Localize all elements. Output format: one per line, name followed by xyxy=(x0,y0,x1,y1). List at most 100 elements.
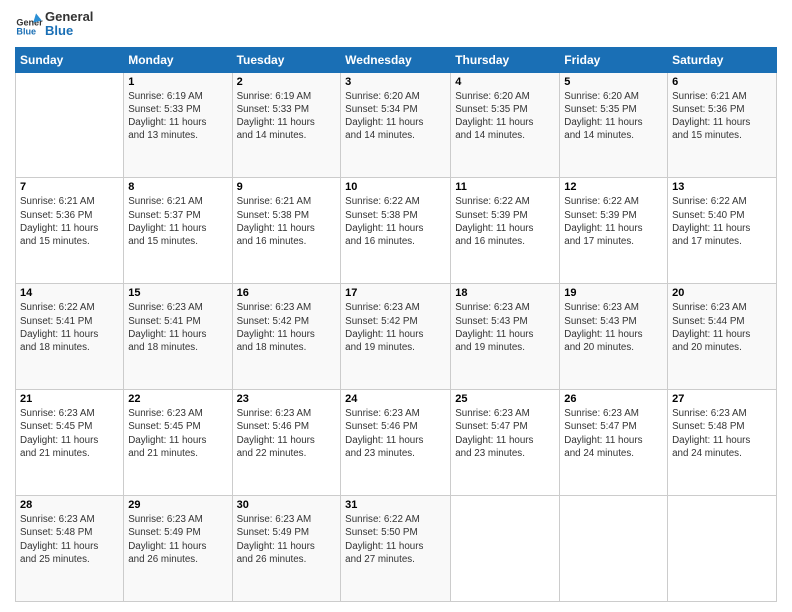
calendar-cell: 14 Sunrise: 6:22 AM Sunset: 5:41 PM Dayli… xyxy=(16,284,124,390)
week-row-4: 21 Sunrise: 6:23 AM Sunset: 5:45 PM Dayli… xyxy=(16,390,777,496)
day-info: Sunrise: 6:22 AM Sunset: 5:50 PM Dayligh… xyxy=(345,513,446,566)
calendar-cell: 8 Sunrise: 6:21 AM Sunset: 5:37 PM Daylig… xyxy=(124,178,232,284)
calendar-cell: 22Sunrise: 6:23 AM Sunset: 5:45 PM Dayli… xyxy=(124,390,232,496)
day-number: 19 xyxy=(564,287,663,299)
calendar-cell: 20 Sunrise: 6:23 AM Sunset: 5:44 PM Dayli… xyxy=(668,284,777,390)
day-info: Sunrise: 6:22 AM Sunset: 5:41 PM Dayligh… xyxy=(20,301,119,354)
calendar-cell: 3 Sunrise: 6:20 AM Sunset: 5:34 PM Daylig… xyxy=(341,72,451,178)
calendar-cell: 23Sunrise: 6:23 AM Sunset: 5:46 PM Dayli… xyxy=(232,390,341,496)
day-number: 31 xyxy=(345,499,446,511)
day-header-wednesday: Wednesday xyxy=(341,47,451,72)
day-info: Sunrise: 6:23 AM Sunset: 5:49 PM Dayligh… xyxy=(128,513,227,566)
day-info: Sunrise: 6:22 AM Sunset: 5:39 PM Dayligh… xyxy=(564,195,663,248)
logo-icon: General Blue xyxy=(15,10,43,38)
calendar-cell: 9 Sunrise: 6:21 AM Sunset: 5:38 PM Daylig… xyxy=(232,178,341,284)
calendar-cell: 11Sunrise: 6:22 AM Sunset: 5:39 PM Dayli… xyxy=(451,178,560,284)
calendar-cell: 16 Sunrise: 6:23 AM Sunset: 5:42 PM Dayli… xyxy=(232,284,341,390)
day-number: 24 xyxy=(345,393,446,405)
day-number: 29 xyxy=(128,499,227,511)
day-number: 26 xyxy=(564,393,663,405)
calendar-cell: 27Sunrise: 6:23 AM Sunset: 5:48 PM Dayli… xyxy=(668,390,777,496)
day-number: 4 xyxy=(455,76,555,88)
day-number: 28 xyxy=(20,499,119,511)
day-number: 14 xyxy=(20,287,119,299)
day-info: Sunrise: 6:23 AM Sunset: 5:44 PM Dayligh… xyxy=(672,301,772,354)
day-header-tuesday: Tuesday xyxy=(232,47,341,72)
calendar-cell: 29 Sunrise: 6:23 AM Sunset: 5:49 PM Dayli… xyxy=(124,496,232,602)
calendar-cell: 30 Sunrise: 6:23 AM Sunset: 5:49 PM Dayli… xyxy=(232,496,341,602)
week-row-1: 1 Sunrise: 6:19 AM Sunset: 5:33 PM Daylig… xyxy=(16,72,777,178)
calendar-cell: 7 Sunrise: 6:21 AM Sunset: 5:36 PM Daylig… xyxy=(16,178,124,284)
day-number: 8 xyxy=(128,181,227,193)
week-row-5: 28 Sunrise: 6:23 AM Sunset: 5:48 PM Dayli… xyxy=(16,496,777,602)
day-info: Sunrise: 6:20 AM Sunset: 5:35 PM Dayligh… xyxy=(455,90,555,143)
day-info: Sunrise: 6:21 AM Sunset: 5:38 PM Dayligh… xyxy=(237,195,337,248)
day-info: Sunrise: 6:23 AM Sunset: 5:42 PM Dayligh… xyxy=(345,301,446,354)
day-number: 30 xyxy=(237,499,337,511)
day-info: Sunrise: 6:23 AM Sunset: 5:46 PM Dayligh… xyxy=(345,407,446,460)
calendar-cell: 17 Sunrise: 6:23 AM Sunset: 5:42 PM Dayli… xyxy=(341,284,451,390)
calendar-header-row: SundayMondayTuesdayWednesdayThursdayFrid… xyxy=(16,47,777,72)
day-info: Sunrise: 6:21 AM Sunset: 5:37 PM Dayligh… xyxy=(128,195,227,248)
calendar-cell: 5 Sunrise: 6:20 AM Sunset: 5:35 PM Daylig… xyxy=(560,72,668,178)
calendar-cell xyxy=(668,496,777,602)
day-number: 15 xyxy=(128,287,227,299)
calendar-cell: 18 Sunrise: 6:23 AM Sunset: 5:43 PM Dayli… xyxy=(451,284,560,390)
day-info: Sunrise: 6:23 AM Sunset: 5:43 PM Dayligh… xyxy=(455,301,555,354)
calendar-cell: 19 Sunrise: 6:23 AM Sunset: 5:43 PM Dayli… xyxy=(560,284,668,390)
day-info: Sunrise: 6:23 AM Sunset: 5:45 PM Dayligh… xyxy=(128,407,227,460)
day-header-saturday: Saturday xyxy=(668,47,777,72)
day-number: 20 xyxy=(672,287,772,299)
day-info: Sunrise: 6:22 AM Sunset: 5:40 PM Dayligh… xyxy=(672,195,772,248)
day-info: Sunrise: 6:23 AM Sunset: 5:41 PM Dayligh… xyxy=(128,301,227,354)
calendar-cell: 6Sunrise: 6:21 AM Sunset: 5:36 PM Daylig… xyxy=(668,72,777,178)
page: General Blue General Blue SundayMondayTu… xyxy=(0,0,792,612)
calendar-cell: 31 Sunrise: 6:22 AM Sunset: 5:50 PM Dayli… xyxy=(341,496,451,602)
day-number: 9 xyxy=(237,181,337,193)
day-number: 7 xyxy=(20,181,119,193)
week-row-2: 7 Sunrise: 6:21 AM Sunset: 5:36 PM Daylig… xyxy=(16,178,777,284)
day-info: Sunrise: 6:22 AM Sunset: 5:38 PM Dayligh… xyxy=(345,195,446,248)
day-number: 16 xyxy=(237,287,337,299)
day-number: 5 xyxy=(564,76,663,88)
calendar-cell: 13Sunrise: 6:22 AM Sunset: 5:40 PM Dayli… xyxy=(668,178,777,284)
day-number: 11 xyxy=(455,181,555,193)
day-info: Sunrise: 6:23 AM Sunset: 5:45 PM Dayligh… xyxy=(20,407,119,460)
day-number: 18 xyxy=(455,287,555,299)
day-number: 12 xyxy=(564,181,663,193)
day-number: 3 xyxy=(345,76,446,88)
logo-line1: General xyxy=(45,10,93,24)
logo-line2: Blue xyxy=(45,24,93,38)
calendar-cell: 26Sunrise: 6:23 AM Sunset: 5:47 PM Dayli… xyxy=(560,390,668,496)
calendar-cell xyxy=(451,496,560,602)
day-number: 21 xyxy=(20,393,119,405)
day-info: Sunrise: 6:23 AM Sunset: 5:48 PM Dayligh… xyxy=(20,513,119,566)
calendar-cell: 1Sunrise: 6:19 AM Sunset: 5:33 PM Daylig… xyxy=(124,72,232,178)
day-header-friday: Friday xyxy=(560,47,668,72)
calendar-cell xyxy=(560,496,668,602)
calendar-table: SundayMondayTuesdayWednesdayThursdayFrid… xyxy=(15,47,777,602)
day-info: Sunrise: 6:20 AM Sunset: 5:35 PM Dayligh… xyxy=(564,90,663,143)
day-info: Sunrise: 6:21 AM Sunset: 5:36 PM Dayligh… xyxy=(672,90,772,143)
calendar-cell: 15 Sunrise: 6:23 AM Sunset: 5:41 PM Dayli… xyxy=(124,284,232,390)
day-info: Sunrise: 6:23 AM Sunset: 5:48 PM Dayligh… xyxy=(672,407,772,460)
day-info: Sunrise: 6:23 AM Sunset: 5:47 PM Dayligh… xyxy=(455,407,555,460)
logo: General Blue General Blue xyxy=(15,10,93,39)
day-number: 23 xyxy=(237,393,337,405)
day-info: Sunrise: 6:23 AM Sunset: 5:42 PM Dayligh… xyxy=(237,301,337,354)
calendar-cell: 24 Sunrise: 6:23 AM Sunset: 5:46 PM Dayli… xyxy=(341,390,451,496)
day-number: 1 xyxy=(128,76,227,88)
day-number: 25 xyxy=(455,393,555,405)
day-number: 17 xyxy=(345,287,446,299)
calendar-cell: 25 Sunrise: 6:23 AM Sunset: 5:47 PM Dayli… xyxy=(451,390,560,496)
day-number: 10 xyxy=(345,181,446,193)
calendar-cell: 21 Sunrise: 6:23 AM Sunset: 5:45 PM Dayli… xyxy=(16,390,124,496)
day-info: Sunrise: 6:20 AM Sunset: 5:34 PM Dayligh… xyxy=(345,90,446,143)
day-info: Sunrise: 6:23 AM Sunset: 5:43 PM Dayligh… xyxy=(564,301,663,354)
calendar-cell xyxy=(16,72,124,178)
week-row-3: 14 Sunrise: 6:22 AM Sunset: 5:41 PM Dayli… xyxy=(16,284,777,390)
day-info: Sunrise: 6:21 AM Sunset: 5:36 PM Dayligh… xyxy=(20,195,119,248)
day-header-thursday: Thursday xyxy=(451,47,560,72)
day-info: Sunrise: 6:23 AM Sunset: 5:49 PM Dayligh… xyxy=(237,513,337,566)
day-info: Sunrise: 6:19 AM Sunset: 5:33 PM Dayligh… xyxy=(237,90,337,143)
